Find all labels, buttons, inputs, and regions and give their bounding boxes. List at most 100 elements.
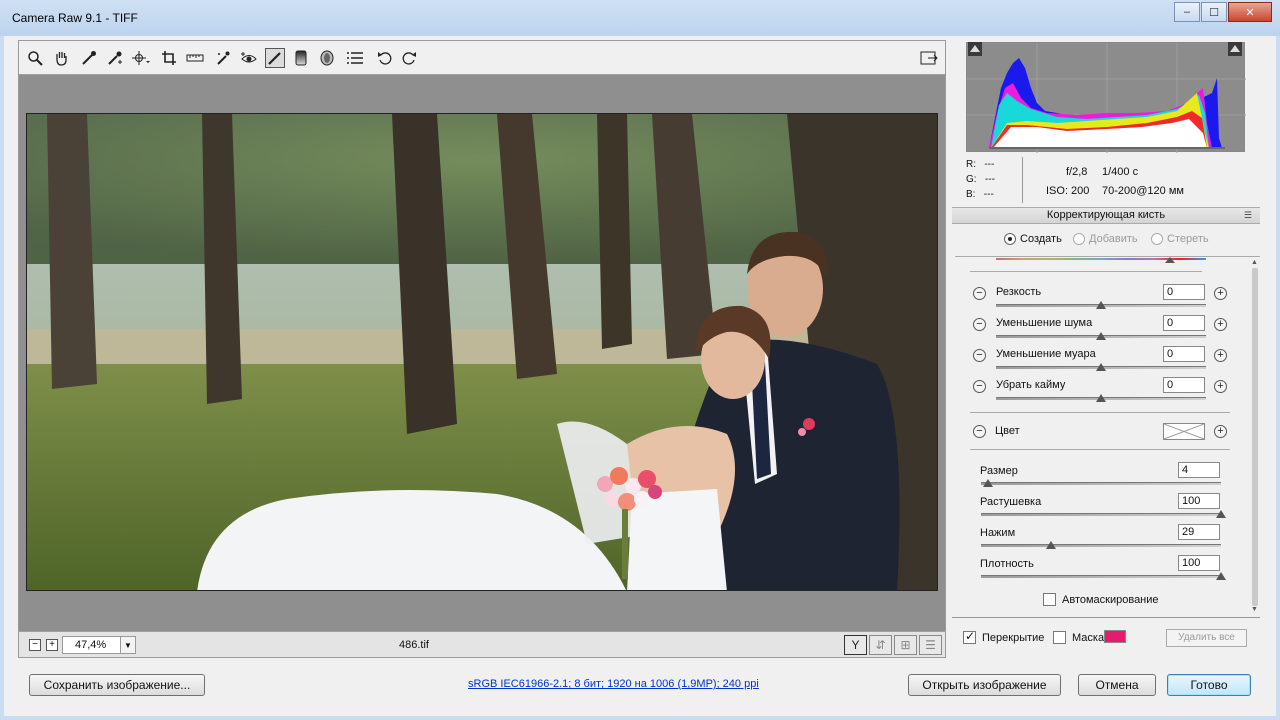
mode-add-radio[interactable]: Добавить: [1073, 233, 1138, 245]
image-preview[interactable]: [26, 113, 938, 591]
straighten-icon[interactable]: [185, 48, 205, 68]
effect-minus-icon[interactable]: −: [973, 318, 986, 331]
clear-all-button[interactable]: Удалить все: [1166, 629, 1247, 647]
brush-slider-thumb[interactable]: [983, 479, 994, 487]
color-minus-icon[interactable]: −: [973, 425, 986, 438]
brush-value-field[interactable]: 100: [1178, 493, 1220, 509]
lens-value: 70-200@120 мм: [1102, 185, 1184, 197]
effect-slider-thumb[interactable]: [1096, 394, 1106, 402]
effect-value-field[interactable]: 0: [1163, 346, 1205, 362]
save-image-button[interactable]: Сохранить изображение...: [29, 674, 205, 696]
brush-value-field[interactable]: 29: [1178, 524, 1220, 540]
divider: [970, 412, 1230, 413]
mode-create-radio[interactable]: Создать: [1004, 233, 1062, 245]
brush-slider-track[interactable]: [981, 513, 1221, 516]
mask-color-swatch[interactable]: [1104, 630, 1126, 643]
red-eye-icon[interactable]: [239, 48, 259, 68]
effect-label: Уменьшение шума: [996, 317, 1093, 329]
zoom-in-button[interactable]: +: [46, 639, 58, 651]
spot-removal-icon[interactable]: [213, 48, 233, 68]
file-name: 486.tif: [399, 639, 429, 651]
effect-label: Резкость: [996, 286, 1042, 298]
effect-slider-thumb[interactable]: [1096, 332, 1106, 340]
targeted-adjustment-icon[interactable]: [131, 48, 151, 68]
divider: [970, 449, 1230, 450]
effect-value-field[interactable]: 0: [1163, 284, 1205, 300]
zoom-icon[interactable]: [25, 48, 45, 68]
effect-minus-icon[interactable]: −: [973, 349, 986, 362]
panel-menu-icon[interactable]: ☰: [1244, 210, 1252, 221]
highlight-clipping-icon[interactable]: [1228, 42, 1242, 56]
red-label: R:: [966, 159, 976, 170]
panel-header: Корректирующая кисть ☰: [952, 207, 1260, 224]
crop-icon[interactable]: [159, 48, 179, 68]
close-button[interactable]: ✕: [1228, 2, 1272, 22]
overlay-checkbox[interactable]: Перекрытие: [963, 629, 1044, 644]
effect-value-field[interactable]: 0: [1163, 315, 1205, 331]
effect-slider-thumb[interactable]: [1096, 301, 1106, 309]
hue-slider-thumb[interactable]: [1165, 257, 1175, 263]
effect-minus-icon[interactable]: −: [973, 380, 986, 393]
brush-value-field[interactable]: 4: [1178, 462, 1220, 478]
brush-label: Размер: [980, 465, 1018, 477]
brush-label: Плотность: [980, 558, 1034, 570]
effect-plus-icon[interactable]: +: [1214, 349, 1227, 362]
scroll-up-icon[interactable]: ▲: [1251, 259, 1258, 266]
scroll-down-icon[interactable]: ▼: [1251, 606, 1258, 613]
brush-slider-track[interactable]: [981, 575, 1221, 578]
mask-checkbox[interactable]: Маска: [1053, 631, 1104, 644]
effect-plus-icon[interactable]: +: [1214, 287, 1227, 300]
zoom-out-button[interactable]: −: [29, 639, 41, 651]
color-plus-icon[interactable]: +: [1214, 425, 1227, 438]
workflow-options-link[interactable]: sRGB IEC61966-2.1; 8 бит; 1920 на 1006 (…: [468, 678, 759, 690]
chevron-down-icon[interactable]: ▼: [120, 636, 136, 654]
rotate-right-icon[interactable]: [399, 48, 419, 68]
color-sampler-icon[interactable]: [105, 48, 125, 68]
brush-slider-thumb[interactable]: [1045, 541, 1056, 549]
color-swatch[interactable]: [1163, 423, 1205, 440]
automask-checkbox[interactable]: Автомаскирование: [1043, 593, 1159, 606]
brush-slider-thumb[interactable]: [1216, 510, 1226, 518]
aperture-value: f/2,8: [1066, 166, 1088, 178]
shadow-clipping-icon[interactable]: [968, 42, 982, 56]
brush-mode-group: Создать Добавить Стереть: [1000, 233, 1220, 249]
green-value: ---: [984, 174, 995, 185]
copy-settings-button[interactable]: ⊞: [894, 635, 917, 655]
brush-value-field[interactable]: 100: [1178, 555, 1220, 571]
maximize-button[interactable]: ☐: [1201, 2, 1227, 22]
rotate-left-icon[interactable]: [375, 48, 395, 68]
brush-slider-track[interactable]: [981, 544, 1221, 547]
preferences-icon[interactable]: [345, 48, 365, 68]
radial-filter-icon[interactable]: [317, 48, 337, 68]
effect-value-field[interactable]: 0: [1163, 377, 1205, 393]
panel-scrollbar-thumb[interactable]: [1252, 268, 1258, 606]
open-image-button[interactable]: Открыть изображение: [908, 674, 1061, 696]
brush-slider-thumb[interactable]: [1216, 572, 1226, 580]
toggle-settings-button[interactable]: ☰: [919, 635, 942, 655]
rgb-readout: R: --- G: --- B: ---: [966, 157, 995, 202]
effect-plus-icon[interactable]: +: [1214, 380, 1227, 393]
done-button[interactable]: Готово: [1167, 674, 1251, 696]
fullscreen-icon[interactable]: [919, 48, 939, 68]
blue-label: B:: [966, 189, 976, 200]
graduated-filter-icon[interactable]: [291, 48, 311, 68]
cancel-button[interactable]: Отмена: [1078, 674, 1156, 696]
mode-erase-radio[interactable]: Стереть: [1151, 233, 1209, 245]
before-after-toggle-button[interactable]: Y: [844, 635, 867, 655]
white-balance-icon[interactable]: [79, 48, 99, 68]
effect-label: Убрать кайму: [996, 379, 1066, 391]
minimize-button[interactable]: –: [1174, 2, 1200, 22]
iso-value: ISO: 200: [1046, 185, 1090, 197]
tool-bar: [19, 41, 945, 75]
effect-plus-icon[interactable]: +: [1214, 318, 1227, 331]
green-label: G:: [966, 174, 977, 185]
effect-label: Уменьшение муара: [996, 348, 1096, 360]
swap-settings-button[interactable]: ⇵: [869, 635, 892, 655]
preview-panel: − + 47,4% ▼ 486.tif Y ⇵ ⊞ ☰: [18, 40, 946, 658]
histogram: [966, 42, 1246, 153]
adjustment-brush-icon[interactable]: [265, 48, 285, 68]
brush-slider-track[interactable]: [981, 482, 1221, 485]
effect-slider-thumb[interactable]: [1096, 363, 1106, 371]
hand-icon[interactable]: [51, 48, 71, 68]
effect-minus-icon[interactable]: −: [973, 287, 986, 300]
